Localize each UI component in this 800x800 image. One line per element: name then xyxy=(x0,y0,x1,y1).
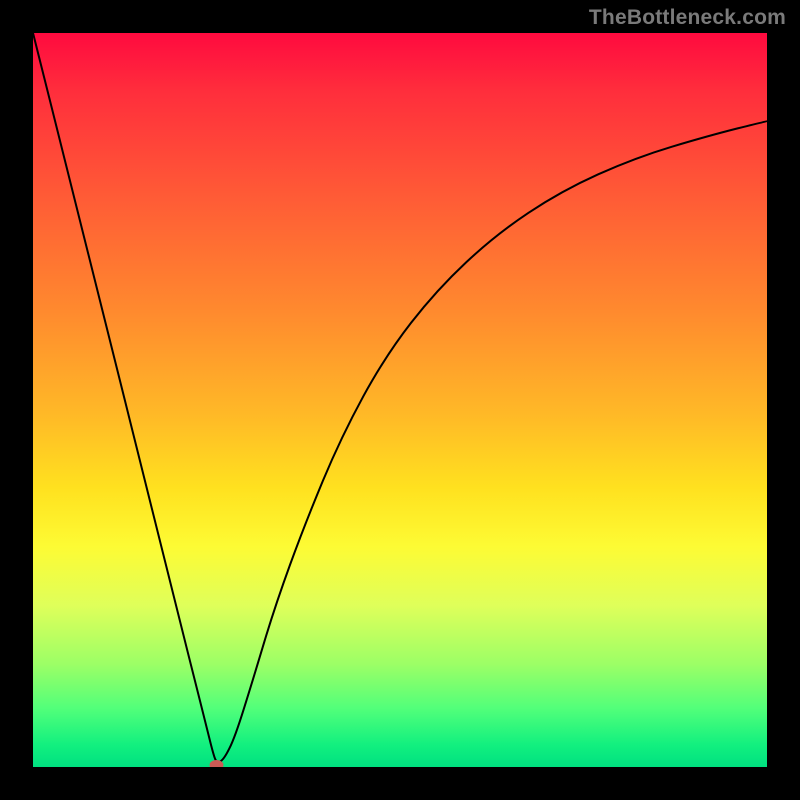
watermark-text: TheBottleneck.com xyxy=(589,6,786,30)
plot-area xyxy=(33,33,767,767)
bottleneck-curve xyxy=(33,33,767,767)
chart-frame: TheBottleneck.com xyxy=(0,0,800,800)
